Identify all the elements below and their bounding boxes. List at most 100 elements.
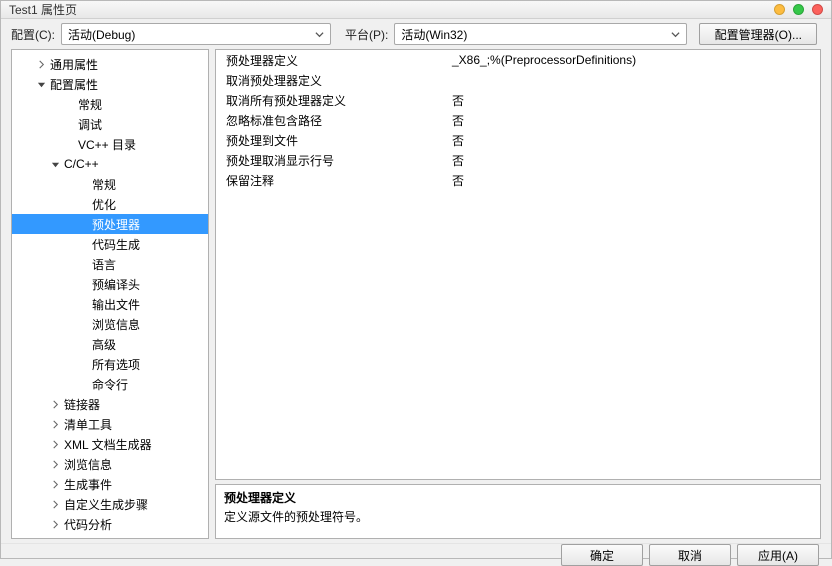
chevron-down-icon[interactable] bbox=[50, 159, 61, 170]
tree-item-label: 命令行 bbox=[92, 376, 128, 393]
chevron-down-icon bbox=[312, 27, 327, 41]
property-value[interactable]: 否 bbox=[448, 152, 820, 169]
tree-item[interactable]: 命令行 bbox=[12, 374, 208, 394]
tree-item-label: 预编译头 bbox=[92, 276, 140, 293]
tree-item-label: 链接器 bbox=[64, 396, 100, 413]
tree-item[interactable]: 清单工具 bbox=[12, 414, 208, 434]
tree-item-label: 所有选项 bbox=[92, 356, 140, 373]
tree-item-label: 输出文件 bbox=[92, 296, 140, 313]
configuration-manager-button[interactable]: 配置管理器(O)... bbox=[699, 23, 817, 45]
tree-item[interactable]: 常规 bbox=[12, 94, 208, 114]
tree-item-label: 预处理器 bbox=[92, 216, 140, 233]
tree-item[interactable]: 所有选项 bbox=[12, 354, 208, 374]
tree-item[interactable]: 浏览信息 bbox=[12, 454, 208, 474]
tree-item-label: 优化 bbox=[92, 196, 116, 213]
chevron-right-icon[interactable] bbox=[50, 479, 61, 490]
chevron-right-icon[interactable] bbox=[50, 519, 61, 530]
property-row[interactable]: 预处理到文件否 bbox=[216, 130, 820, 150]
tree-item[interactable]: 预处理器 bbox=[12, 214, 208, 234]
tree-item[interactable]: 自定义生成步骤 bbox=[12, 494, 208, 514]
tree-item-label: XML 文档生成器 bbox=[64, 436, 152, 453]
property-value[interactable]: 否 bbox=[448, 132, 820, 149]
property-name: 忽略标准包含路径 bbox=[216, 112, 448, 129]
description-title: 预处理器定义 bbox=[224, 489, 812, 506]
chevron-right-icon[interactable] bbox=[50, 419, 61, 430]
property-row[interactable]: 取消所有预处理器定义否 bbox=[216, 90, 820, 110]
config-value: 活动(Debug) bbox=[68, 26, 135, 43]
nav-tree[interactable]: 通用属性配置属性常规调试VC++ 目录C/C++常规优化预处理器代码生成语言预编… bbox=[11, 49, 209, 539]
chevron-right-icon[interactable] bbox=[50, 439, 61, 450]
expander-placeholder bbox=[78, 219, 89, 230]
chevron-down-icon bbox=[668, 27, 683, 41]
property-value[interactable]: 否 bbox=[448, 112, 820, 129]
tree-item-label: 调试 bbox=[78, 116, 102, 133]
tree-item-label: 高级 bbox=[92, 336, 116, 353]
close-icon[interactable] bbox=[812, 4, 823, 15]
tree-item-label: 代码生成 bbox=[92, 236, 140, 253]
chevron-right-icon[interactable] bbox=[50, 499, 61, 510]
tree-item[interactable]: 语言 bbox=[12, 254, 208, 274]
ok-button[interactable]: 确定 bbox=[561, 544, 643, 566]
tree-item[interactable]: XML 文档生成器 bbox=[12, 434, 208, 454]
property-value[interactable]: 否 bbox=[448, 92, 820, 109]
chevron-right-icon[interactable] bbox=[50, 459, 61, 470]
expander-placeholder bbox=[78, 279, 89, 290]
tree-item[interactable]: 预编译头 bbox=[12, 274, 208, 294]
property-row[interactable]: 预处理器定义_X86_;%(PreprocessorDefinitions) bbox=[216, 50, 820, 70]
config-label: 配置(C): bbox=[11, 26, 55, 43]
tree-item[interactable]: 浏览信息 bbox=[12, 314, 208, 334]
expander-placeholder bbox=[78, 179, 89, 190]
tree-item-label: VC++ 目录 bbox=[78, 136, 136, 153]
tree-item-label: C/C++ bbox=[64, 157, 99, 171]
tree-item[interactable]: 链接器 bbox=[12, 394, 208, 414]
tree-item[interactable]: 代码分析 bbox=[12, 514, 208, 534]
chevron-right-icon[interactable] bbox=[50, 399, 61, 410]
minimize-icon[interactable] bbox=[774, 4, 785, 15]
window-controls bbox=[774, 4, 823, 15]
tree-item-label: 代码分析 bbox=[64, 516, 112, 533]
expander-placeholder bbox=[64, 119, 75, 130]
chevron-down-icon[interactable] bbox=[36, 79, 47, 90]
tree-item[interactable]: 代码生成 bbox=[12, 234, 208, 254]
tree-item-label: 自定义生成步骤 bbox=[64, 496, 148, 513]
tree-item[interactable]: 高级 bbox=[12, 334, 208, 354]
apply-button[interactable]: 应用(A) bbox=[737, 544, 819, 566]
cancel-button[interactable]: 取消 bbox=[649, 544, 731, 566]
property-name: 取消所有预处理器定义 bbox=[216, 92, 448, 109]
chevron-right-icon[interactable] bbox=[36, 59, 47, 70]
tree-item-label: 浏览信息 bbox=[64, 456, 112, 473]
tree-item[interactable]: 输出文件 bbox=[12, 294, 208, 314]
config-dropdown[interactable]: 活动(Debug) bbox=[61, 23, 331, 45]
tree-item[interactable]: VC++ 目录 bbox=[12, 134, 208, 154]
property-row[interactable]: 忽略标准包含路径否 bbox=[216, 110, 820, 130]
property-grid[interactable]: 预处理器定义_X86_;%(PreprocessorDefinitions)取消… bbox=[215, 49, 821, 480]
tree-item[interactable]: 生成事件 bbox=[12, 474, 208, 494]
config-toolbar: 配置(C): 活动(Debug) 平台(P): 活动(Win32) 配置管理器(… bbox=[1, 19, 831, 49]
property-value[interactable]: _X86_;%(PreprocessorDefinitions) bbox=[448, 53, 820, 67]
property-row[interactable]: 预处理取消显示行号否 bbox=[216, 150, 820, 170]
tree-item[interactable]: 优化 bbox=[12, 194, 208, 214]
platform-label: 平台(P): bbox=[345, 26, 388, 43]
tree-item-label: 常规 bbox=[78, 96, 102, 113]
property-name: 保留注释 bbox=[216, 172, 448, 189]
property-name: 预处理取消显示行号 bbox=[216, 152, 448, 169]
tree-item[interactable]: 常规 bbox=[12, 174, 208, 194]
property-row[interactable]: 取消预处理器定义 bbox=[216, 70, 820, 90]
property-row[interactable]: 保留注释否 bbox=[216, 170, 820, 190]
maximize-icon[interactable] bbox=[793, 4, 804, 15]
expander-placeholder bbox=[78, 239, 89, 250]
property-name: 预处理到文件 bbox=[216, 132, 448, 149]
tree-item-label: 语言 bbox=[92, 256, 116, 273]
expander-placeholder bbox=[78, 339, 89, 350]
tree-item[interactable]: 调试 bbox=[12, 114, 208, 134]
property-value[interactable]: 否 bbox=[448, 172, 820, 189]
tree-item-label: 配置属性 bbox=[50, 76, 98, 93]
tree-item[interactable]: C/C++ bbox=[12, 154, 208, 174]
tree-item[interactable]: 配置属性 bbox=[12, 74, 208, 94]
platform-value: 活动(Win32) bbox=[401, 26, 467, 43]
platform-dropdown[interactable]: 活动(Win32) bbox=[394, 23, 687, 45]
expander-placeholder bbox=[64, 99, 75, 110]
tree-item[interactable]: 通用属性 bbox=[12, 54, 208, 74]
expander-placeholder bbox=[78, 259, 89, 270]
tree-item-label: 通用属性 bbox=[50, 56, 98, 73]
